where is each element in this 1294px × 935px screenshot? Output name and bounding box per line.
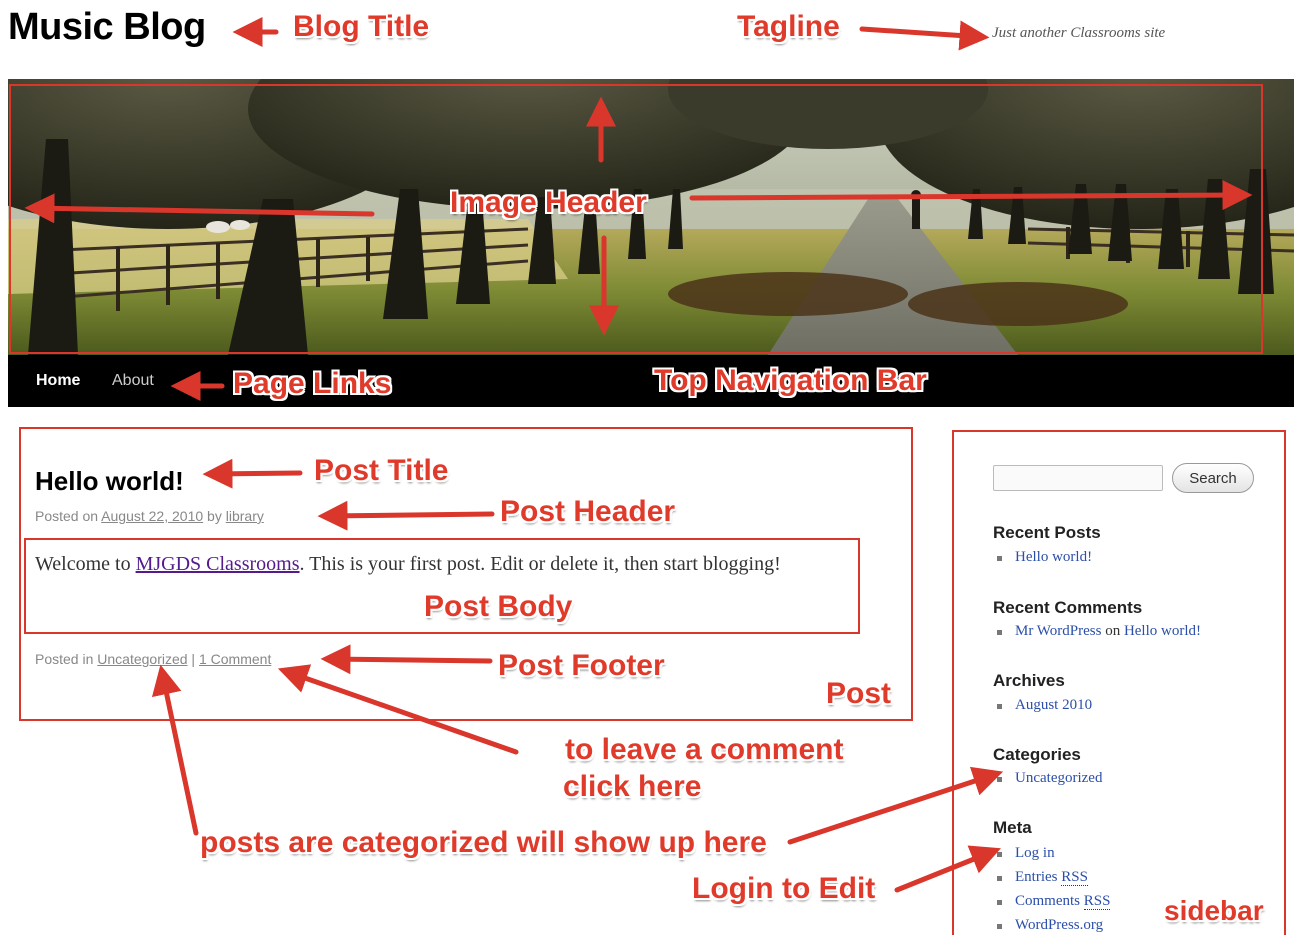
label-login-to-edit: Login to Edit xyxy=(692,872,876,905)
search-button[interactable]: Search xyxy=(1172,463,1254,493)
post-body-prefix: Welcome to xyxy=(35,553,136,575)
label-post-body: Post Body xyxy=(424,590,573,623)
label-page-links: Page Links xyxy=(233,367,392,400)
recent-posts-list: Hello world! xyxy=(997,546,1092,570)
list-item: WordPress.org xyxy=(997,914,1110,935)
widget-title-recent-comments: Recent Comments xyxy=(993,598,1143,617)
comments-rss-prefix: Comments xyxy=(1015,893,1084,909)
post-meta-prefix: Posted on xyxy=(35,508,102,524)
label-post-title: Post Title xyxy=(314,454,449,487)
arrow-login xyxy=(894,845,1001,893)
post-category-link[interactable]: Uncategorized xyxy=(97,651,187,667)
meta-list: Log in Entries RSS Comments RSS WordPres… xyxy=(997,842,1111,935)
label-blog-title: Blog Title xyxy=(293,10,430,43)
list-item: Log in xyxy=(997,842,1110,866)
post-body: Welcome to MJGDS Classrooms. This is you… xyxy=(35,548,845,581)
archives-list: August 2010 xyxy=(997,694,1092,718)
widget-title-meta: Meta xyxy=(993,818,1032,837)
label-top-navigation-bar: Top Navigation Bar xyxy=(654,364,927,397)
top-navigation-bar: Home About xyxy=(8,355,1294,407)
rss-abbr: RSS xyxy=(1083,893,1111,910)
post-meta-by: by xyxy=(203,508,226,524)
recent-comments-list: Mr WordPress on Hello world! xyxy=(997,620,1201,644)
label-comment-line1: to leave a comment xyxy=(565,733,844,766)
annotated-blog-screenshot: Music Blog Just another Classrooms site xyxy=(0,0,1294,935)
login-link[interactable]: Log in xyxy=(1015,845,1055,861)
list-item: Mr WordPress on Hello world! xyxy=(997,620,1201,644)
post-comments-link[interactable]: 1 Comment xyxy=(199,651,271,667)
header-image-tree-lined-path xyxy=(8,79,1294,355)
entries-rss-prefix: Entries xyxy=(1015,869,1062,885)
list-item: August 2010 xyxy=(997,694,1092,718)
list-item: Entries RSS xyxy=(997,866,1110,890)
search-input[interactable] xyxy=(993,465,1163,491)
nav-link-home[interactable]: Home xyxy=(36,372,80,390)
nav-link-about[interactable]: About xyxy=(112,372,154,390)
label-tagline: Tagline xyxy=(737,10,840,43)
category-link[interactable]: Uncategorized xyxy=(1015,770,1102,786)
widget-title-categories: Categories xyxy=(993,745,1081,764)
comments-rss-link[interactable]: Comments RSS xyxy=(1015,893,1111,910)
entries-rss-link[interactable]: Entries RSS xyxy=(1015,869,1088,886)
rss-abbr: RSS xyxy=(1061,869,1088,886)
archive-link[interactable]: August 2010 xyxy=(1015,697,1092,713)
list-item: Uncategorized xyxy=(997,767,1102,791)
widget-title-recent-posts: Recent Posts xyxy=(993,523,1101,542)
arrow-categorized-left xyxy=(151,664,199,836)
recent-post-link[interactable]: Hello world! xyxy=(1015,549,1092,565)
post-author-link[interactable]: library xyxy=(226,508,264,524)
post-body-link[interactable]: MJGDS Classrooms xyxy=(136,553,300,575)
label-post-footer: Post Footer xyxy=(498,649,665,682)
arrow-post-footer xyxy=(320,644,493,675)
label-sidebar: sidebar xyxy=(1164,895,1264,926)
widget-title-archives: Archives xyxy=(993,671,1065,690)
arrow-comment xyxy=(277,664,519,755)
post-footer: Posted in Uncategorized | 1 Comment xyxy=(35,651,271,667)
post-date-link[interactable]: August 22, 2010 xyxy=(101,508,203,524)
arrow-tagline xyxy=(859,20,990,51)
arrow-post-header xyxy=(317,500,495,531)
arrow-categorized-right xyxy=(787,766,1004,845)
post-footer-prefix: Posted in xyxy=(35,651,98,667)
categories-list: Uncategorized xyxy=(997,767,1102,791)
post-header: Posted on August 22, 2010 by library xyxy=(35,508,264,524)
comment-author-link[interactable]: Mr WordPress xyxy=(1015,623,1101,639)
comment-post-link[interactable]: Hello world! xyxy=(1124,623,1201,639)
label-comment-line2: click here xyxy=(563,770,702,803)
list-item: Hello world! xyxy=(997,546,1092,570)
post-footer-separator: | xyxy=(187,651,199,667)
post-body-text: . This is your first post. Edit or delet… xyxy=(299,553,781,575)
header-image xyxy=(8,79,1294,355)
post-title[interactable]: Hello world! xyxy=(35,466,184,497)
label-categorized: posts are categorized will show up here xyxy=(200,826,767,859)
site-tagline: Just another Classrooms site xyxy=(992,25,1166,41)
comment-on-text: on xyxy=(1101,623,1124,639)
arrow-post-title xyxy=(202,458,303,489)
label-image-header: Image Header xyxy=(450,186,647,219)
label-post: Post xyxy=(826,677,892,710)
list-item: Comments RSS xyxy=(997,890,1111,914)
label-post-header: Post Header xyxy=(500,495,676,528)
site-title[interactable]: Music Blog xyxy=(8,6,206,49)
wordpress-link[interactable]: WordPress.org xyxy=(1015,917,1103,933)
